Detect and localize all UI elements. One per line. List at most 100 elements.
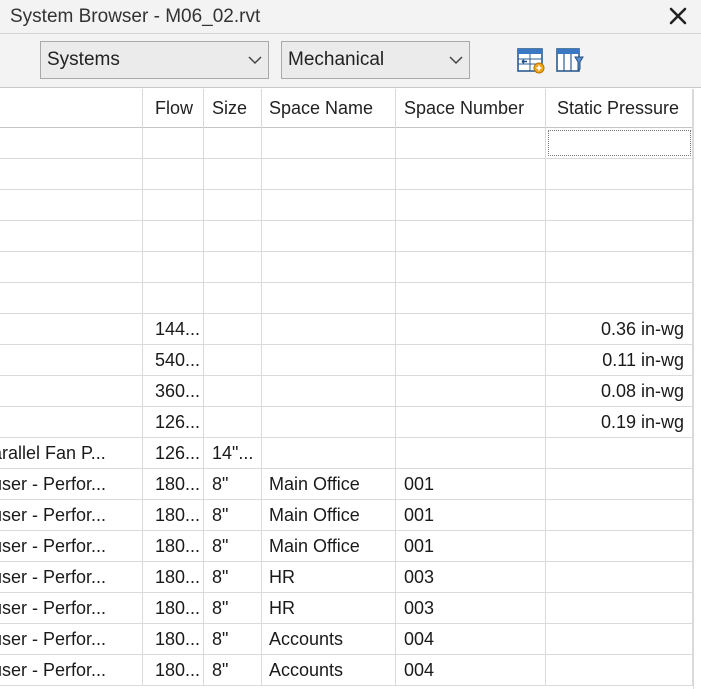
cell-space-name[interactable] bbox=[262, 221, 396, 251]
cell-flow[interactable]: 180... bbox=[143, 469, 204, 499]
cell-static-pressure[interactable] bbox=[546, 655, 693, 685]
cell-static-pressure[interactable] bbox=[546, 221, 693, 251]
cell-static-pressure[interactable] bbox=[546, 562, 693, 592]
cell-size[interactable] bbox=[204, 128, 262, 158]
cell-flow[interactable] bbox=[143, 252, 204, 282]
table-row[interactable] bbox=[0, 283, 701, 314]
cell-space-number[interactable]: 001 bbox=[396, 500, 546, 530]
cell-space-number[interactable] bbox=[396, 407, 546, 437]
table-row[interactable] bbox=[0, 190, 701, 221]
cell-static-pressure[interactable]: 0.36 in-wg bbox=[546, 314, 693, 344]
cell-name[interactable]: arallel Fan P... bbox=[0, 438, 143, 468]
cell-static-pressure[interactable] bbox=[546, 593, 693, 623]
cell-flow[interactable]: 180... bbox=[143, 593, 204, 623]
cell-static-pressure[interactable] bbox=[546, 469, 693, 499]
autofit-columns-icon[interactable] bbox=[516, 45, 546, 75]
cell-size[interactable] bbox=[204, 376, 262, 406]
cell-size[interactable] bbox=[204, 283, 262, 313]
cell-space-number[interactable] bbox=[396, 221, 546, 251]
table-row[interactable]: 360... 0.08 in-wg bbox=[0, 376, 701, 407]
cell-size[interactable] bbox=[204, 221, 262, 251]
cell-name[interactable] bbox=[0, 221, 143, 251]
column-header-space-name[interactable]: Space Name bbox=[262, 89, 396, 128]
cell-space-number[interactable] bbox=[396, 252, 546, 282]
cell-flow[interactable]: 126... bbox=[143, 438, 204, 468]
cell-flow[interactable]: 180... bbox=[143, 655, 204, 685]
cell-size[interactable] bbox=[204, 190, 262, 220]
cell-space-name[interactable] bbox=[262, 159, 396, 189]
cell-space-number[interactable] bbox=[396, 159, 546, 189]
cell-space-name[interactable]: Main Office bbox=[262, 469, 396, 499]
table-row[interactable]: 144... 0.36 in-wg bbox=[0, 314, 701, 345]
table-row[interactable] bbox=[0, 221, 701, 252]
cell-size[interactable]: 14"... bbox=[204, 438, 262, 468]
table-row[interactable]: user - Perfor... 180... 8" HR 003 bbox=[0, 593, 701, 624]
column-header-static-pressure[interactable]: Static Pressure bbox=[546, 89, 693, 128]
cell-static-pressure[interactable] bbox=[546, 283, 693, 313]
cell-name[interactable] bbox=[0, 128, 143, 158]
table-row[interactable]: arallel Fan P... 126... 14"... bbox=[0, 438, 701, 469]
cell-name[interactable]: user - Perfor... bbox=[0, 531, 143, 561]
cell-flow[interactable]: 180... bbox=[143, 624, 204, 654]
cell-size[interactable] bbox=[204, 314, 262, 344]
cell-space-name[interactable]: HR bbox=[262, 562, 396, 592]
cell-size[interactable] bbox=[204, 407, 262, 437]
cell-space-name[interactable]: HR bbox=[262, 593, 396, 623]
cell-name[interactable] bbox=[0, 159, 143, 189]
table-row[interactable]: user - Perfor... 180... 8" Accounts 004 bbox=[0, 624, 701, 655]
cell-static-pressure[interactable] bbox=[546, 252, 693, 282]
cell-space-name[interactable]: Main Office bbox=[262, 531, 396, 561]
cell-static-pressure[interactable] bbox=[546, 438, 693, 468]
cell-space-number[interactable] bbox=[396, 190, 546, 220]
cell-flow[interactable]: 144... bbox=[143, 314, 204, 344]
cell-size[interactable]: 8" bbox=[204, 655, 262, 685]
table-row[interactable]: user - Perfor... 180... 8" Main Office 001 bbox=[0, 500, 701, 531]
cell-space-name[interactable] bbox=[262, 283, 396, 313]
cell-space-number[interactable] bbox=[396, 314, 546, 344]
cell-space-number[interactable] bbox=[396, 438, 546, 468]
cell-static-pressure[interactable]: 0.08 in-wg bbox=[546, 376, 693, 406]
cell-size[interactable]: 8" bbox=[204, 593, 262, 623]
cell-size[interactable]: 8" bbox=[204, 500, 262, 530]
cell-static-pressure[interactable] bbox=[546, 531, 693, 561]
table-row[interactable]: user - Perfor... 180... 8" Main Office 001 bbox=[0, 531, 701, 562]
cell-space-number[interactable]: 001 bbox=[396, 531, 546, 561]
cell-name[interactable]: user - Perfor... bbox=[0, 655, 143, 685]
cell-size[interactable]: 8" bbox=[204, 469, 262, 499]
table-row[interactable]: user - Perfor... 180... 8" Main Office 001 bbox=[0, 469, 701, 500]
cell-name[interactable] bbox=[0, 376, 143, 406]
table-row[interactable]: 126... 0.19 in-wg bbox=[0, 407, 701, 438]
column-header-flow[interactable]: Flow bbox=[143, 89, 204, 128]
cell-flow[interactable]: 126... bbox=[143, 407, 204, 437]
cell-name[interactable] bbox=[0, 314, 143, 344]
table-row[interactable]: 540... 0.11 in-wg bbox=[0, 345, 701, 376]
cell-flow[interactable]: 360... bbox=[143, 376, 204, 406]
cell-space-name[interactable]: Accounts bbox=[262, 624, 396, 654]
discipline-dropdown[interactable]: Mechanical bbox=[281, 41, 470, 79]
cell-space-number[interactable]: 003 bbox=[396, 562, 546, 592]
column-header-name[interactable] bbox=[0, 89, 143, 128]
cell-name[interactable]: user - Perfor... bbox=[0, 562, 143, 592]
cell-size[interactable]: 8" bbox=[204, 531, 262, 561]
table-row[interactable]: user - Perfor... 180... 8" Accounts 004 bbox=[0, 655, 701, 686]
cell-space-number[interactable]: 004 bbox=[396, 655, 546, 685]
cell-static-pressure[interactable] bbox=[546, 159, 693, 189]
cell-space-name[interactable] bbox=[262, 252, 396, 282]
cell-static-pressure[interactable]: 0.11 in-wg bbox=[546, 345, 693, 375]
column-header-size[interactable]: Size bbox=[204, 89, 262, 128]
cell-flow[interactable] bbox=[143, 221, 204, 251]
cell-name[interactable] bbox=[0, 345, 143, 375]
cell-name[interactable] bbox=[0, 252, 143, 282]
system-browser-grid[interactable]: Flow Size Space Name Space Number Static… bbox=[0, 89, 701, 689]
cell-size[interactable] bbox=[204, 252, 262, 282]
cell-space-number[interactable]: 001 bbox=[396, 469, 546, 499]
cell-space-number[interactable]: 004 bbox=[396, 624, 546, 654]
cell-flow[interactable] bbox=[143, 159, 204, 189]
cell-space-name[interactable] bbox=[262, 407, 396, 437]
cell-flow[interactable] bbox=[143, 128, 204, 158]
cell-flow[interactable]: 540... bbox=[143, 345, 204, 375]
table-row[interactable] bbox=[0, 159, 701, 190]
view-dropdown[interactable]: Systems bbox=[40, 41, 269, 79]
cell-name[interactable] bbox=[0, 190, 143, 220]
cell-space-number[interactable] bbox=[396, 376, 546, 406]
